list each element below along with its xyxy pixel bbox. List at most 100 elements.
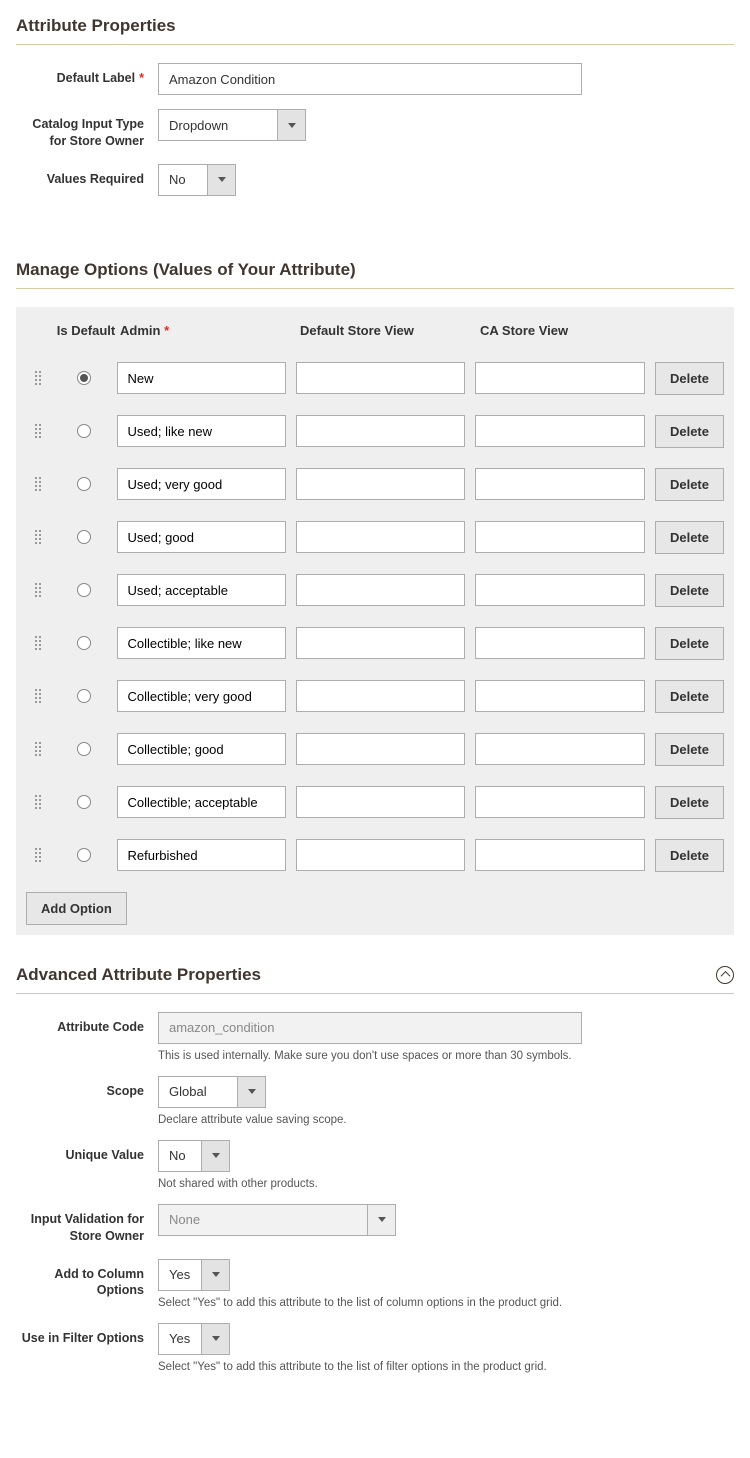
add-option-button[interactable]: Add Option bbox=[26, 892, 127, 925]
delete-option-button[interactable]: Delete bbox=[655, 627, 724, 660]
label-input-validation: Input Validation for Store Owner bbox=[16, 1204, 158, 1245]
is-default-radio[interactable] bbox=[77, 530, 91, 544]
use-in-filter-select[interactable]: Yes bbox=[158, 1323, 734, 1355]
delete-option-button[interactable]: Delete bbox=[655, 786, 724, 819]
values-required-select[interactable]: No bbox=[158, 164, 734, 196]
ca-view-input[interactable] bbox=[475, 362, 644, 394]
is-default-radio[interactable] bbox=[77, 742, 91, 756]
option-row: Delete bbox=[16, 617, 734, 670]
is-default-radio[interactable] bbox=[77, 795, 91, 809]
option-row: Delete bbox=[16, 405, 734, 458]
is-default-radio[interactable] bbox=[77, 636, 91, 650]
default-view-input[interactable] bbox=[296, 733, 465, 765]
note-scope: Declare attribute value saving scope. bbox=[158, 1114, 734, 1126]
label-add-to-column: Add to Column Options bbox=[16, 1259, 158, 1300]
section-title-advanced-properties: Advanced Attribute Properties bbox=[16, 965, 734, 994]
admin-value-input[interactable] bbox=[117, 680, 286, 712]
default-view-input[interactable] bbox=[296, 627, 465, 659]
drag-handle-icon[interactable] bbox=[35, 371, 43, 385]
is-default-radio[interactable] bbox=[77, 477, 91, 491]
default-label-input[interactable] bbox=[158, 63, 582, 95]
catalog-input-type-select[interactable]: Dropdown bbox=[158, 109, 734, 141]
delete-option-button[interactable]: Delete bbox=[655, 521, 724, 554]
ca-view-input[interactable] bbox=[475, 839, 644, 871]
label-unique-value: Unique Value bbox=[16, 1140, 158, 1164]
admin-value-input[interactable] bbox=[117, 521, 286, 553]
default-view-input[interactable] bbox=[296, 415, 465, 447]
option-row: Delete bbox=[16, 511, 734, 564]
label-default-label: Default Label* bbox=[16, 63, 158, 87]
option-row: Delete bbox=[16, 670, 734, 723]
ca-view-input[interactable] bbox=[475, 786, 644, 818]
delete-option-button[interactable]: Delete bbox=[655, 839, 724, 872]
ca-view-input[interactable] bbox=[475, 574, 644, 606]
collapse-toggle-icon[interactable] bbox=[716, 966, 734, 984]
ca-view-input[interactable] bbox=[475, 468, 644, 500]
drag-handle-icon[interactable] bbox=[35, 795, 43, 809]
drag-handle-icon[interactable] bbox=[35, 636, 43, 650]
default-view-input[interactable] bbox=[296, 521, 465, 553]
chevron-down-icon[interactable] bbox=[202, 1140, 230, 1172]
chevron-down-icon[interactable] bbox=[208, 164, 236, 196]
delete-option-button[interactable]: Delete bbox=[655, 362, 724, 395]
delete-option-button[interactable]: Delete bbox=[655, 415, 724, 448]
unique-value-select[interactable]: No bbox=[158, 1140, 734, 1172]
drag-handle-icon[interactable] bbox=[35, 689, 43, 703]
chevron-down-icon[interactable] bbox=[202, 1259, 230, 1291]
admin-value-input[interactable] bbox=[117, 733, 286, 765]
default-view-input[interactable] bbox=[296, 680, 465, 712]
drag-handle-icon[interactable] bbox=[35, 477, 43, 491]
admin-value-input[interactable] bbox=[117, 415, 286, 447]
admin-value-input[interactable] bbox=[117, 468, 286, 500]
ca-view-input[interactable] bbox=[475, 680, 644, 712]
is-default-radio[interactable] bbox=[77, 424, 91, 438]
default-view-input[interactable] bbox=[296, 786, 465, 818]
input-validation-select: None bbox=[158, 1204, 734, 1236]
default-view-input[interactable] bbox=[296, 468, 465, 500]
options-table: Is Default Admin * Default Store View CA… bbox=[16, 307, 734, 935]
default-view-input[interactable] bbox=[296, 839, 465, 871]
label-values-required: Values Required bbox=[16, 164, 158, 188]
option-row: Delete bbox=[16, 564, 734, 617]
chevron-down-icon[interactable] bbox=[202, 1323, 230, 1355]
admin-value-input[interactable] bbox=[117, 362, 286, 394]
admin-value-input[interactable] bbox=[117, 574, 286, 606]
is-default-radio[interactable] bbox=[77, 371, 91, 385]
scope-select[interactable]: Global bbox=[158, 1076, 734, 1108]
delete-option-button[interactable]: Delete bbox=[655, 680, 724, 713]
add-to-column-select[interactable]: Yes bbox=[158, 1259, 734, 1291]
default-view-input[interactable] bbox=[296, 362, 465, 394]
drag-handle-icon[interactable] bbox=[35, 742, 43, 756]
chevron-down-icon bbox=[368, 1204, 396, 1236]
label-scope: Scope bbox=[16, 1076, 158, 1100]
chevron-down-icon[interactable] bbox=[278, 109, 306, 141]
option-row: Delete bbox=[16, 829, 734, 882]
ca-view-input[interactable] bbox=[475, 733, 644, 765]
note-add-to-column: Select "Yes" to add this attribute to th… bbox=[158, 1297, 734, 1309]
is-default-radio[interactable] bbox=[77, 583, 91, 597]
note-unique-value: Not shared with other products. bbox=[158, 1178, 734, 1190]
admin-value-input[interactable] bbox=[117, 839, 286, 871]
section-title-manage-options: Manage Options (Values of Your Attribute… bbox=[16, 260, 734, 289]
is-default-radio[interactable] bbox=[77, 689, 91, 703]
is-default-radio[interactable] bbox=[77, 848, 91, 862]
admin-value-input[interactable] bbox=[117, 786, 286, 818]
drag-handle-icon[interactable] bbox=[35, 530, 43, 544]
delete-option-button[interactable]: Delete bbox=[655, 574, 724, 607]
drag-handle-icon[interactable] bbox=[35, 848, 43, 862]
drag-handle-icon[interactable] bbox=[35, 424, 43, 438]
admin-value-input[interactable] bbox=[117, 627, 286, 659]
ca-view-input[interactable] bbox=[475, 521, 644, 553]
section-title-attribute-properties: Attribute Properties bbox=[16, 16, 734, 45]
label-use-in-filter: Use in Filter Options bbox=[16, 1323, 158, 1347]
option-row: Delete bbox=[16, 776, 734, 829]
label-catalog-input-type: Catalog Input Type for Store Owner bbox=[16, 109, 158, 150]
option-row: Delete bbox=[16, 723, 734, 776]
chevron-down-icon[interactable] bbox=[238, 1076, 266, 1108]
ca-view-input[interactable] bbox=[475, 415, 644, 447]
delete-option-button[interactable]: Delete bbox=[655, 468, 724, 501]
drag-handle-icon[interactable] bbox=[35, 583, 43, 597]
default-view-input[interactable] bbox=[296, 574, 465, 606]
delete-option-button[interactable]: Delete bbox=[655, 733, 724, 766]
ca-view-input[interactable] bbox=[475, 627, 644, 659]
